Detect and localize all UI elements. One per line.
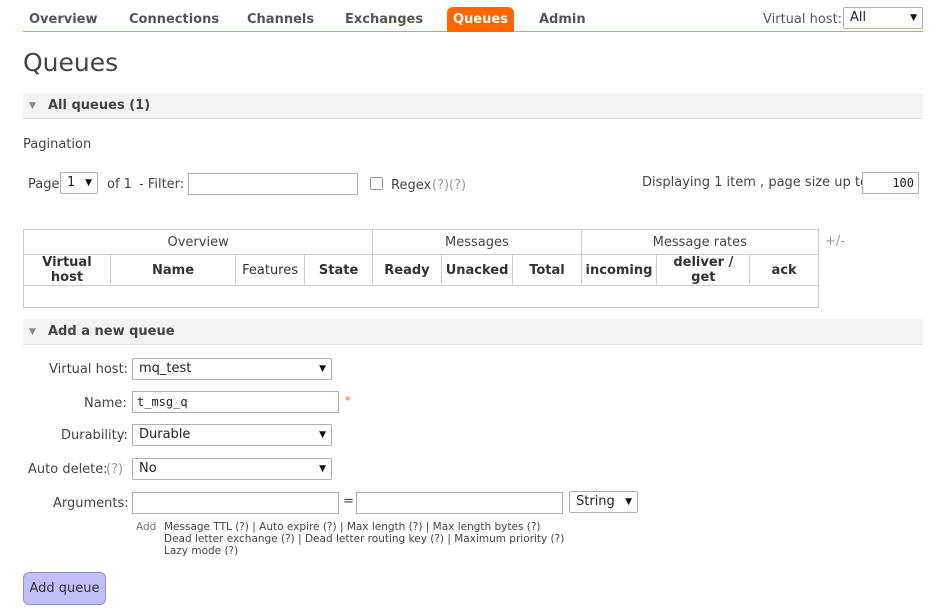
nav-overview[interactable]: Overview (23, 7, 104, 32)
argument-hint-line[interactable]: Dead letter exchange (?) | Dead letter r… (164, 533, 564, 545)
col-state[interactable]: State (303, 254, 374, 286)
filter-label: - Filter: (139, 177, 185, 192)
virtual-host-select[interactable]: All ▼ (843, 7, 923, 29)
argument-hint-line[interactable]: Message TTL (?) | Auto expire (?) | Max … (164, 521, 564, 533)
name-field-label: Name: (84, 396, 127, 411)
argument-value-input[interactable] (356, 492, 563, 514)
col-ack[interactable]: ack (749, 254, 819, 286)
nav-exchanges[interactable]: Exchanges (339, 7, 429, 32)
add-argument-label: Add (136, 521, 157, 533)
col-name[interactable]: Name (109, 254, 237, 286)
all-queues-section-toggle[interactable]: ▼ All queues (1) (23, 93, 923, 119)
durability-value: Durable (139, 427, 191, 442)
toggle-columns-link[interactable]: +/- (825, 234, 845, 249)
argument-hints: Message TTL (?) | Auto expire (?) | Max … (164, 521, 564, 557)
chevron-down-icon: ▼ (910, 13, 917, 23)
page-count-label: of 1 (107, 177, 132, 192)
col-ready[interactable]: Ready (372, 254, 442, 286)
nav-connections[interactable]: Connections (123, 7, 225, 32)
col-unacked[interactable]: Unacked (440, 254, 514, 286)
page-label: Page (28, 177, 60, 192)
col-features: Features (235, 254, 305, 286)
argument-type-select[interactable]: String ▼ (569, 491, 638, 513)
triangle-down-icon: ▼ (29, 101, 36, 111)
virtual-host-field-label: Virtual host: (49, 362, 129, 377)
page-select[interactable]: 1 ▼ (60, 172, 98, 194)
chevron-down-icon: ▼ (625, 497, 632, 507)
chevron-down-icon: ▼ (319, 364, 326, 374)
chevron-down-icon: ▼ (319, 464, 326, 474)
durability-select[interactable]: Durable ▼ (132, 424, 332, 446)
filter-input[interactable] (188, 173, 358, 195)
argument-key-input[interactable] (132, 492, 339, 514)
add-queue-section-toggle[interactable]: ▼ Add a new queue (23, 319, 923, 345)
messages-group-header: Messages (372, 229, 582, 255)
message-rates-group-header: Message rates (580, 229, 820, 255)
required-marker: * (345, 394, 351, 407)
chevron-down-icon: ▼ (319, 430, 326, 440)
virtual-host-select-value: All (850, 10, 867, 25)
pagination-label: Pagination (23, 137, 92, 152)
virtual-host-label: Virtual host: (763, 12, 843, 27)
arguments-field-label: Arguments: (53, 496, 129, 511)
page-select-value: 1 (67, 175, 76, 190)
queues-table: Overview Messages Message rates Virtual … (22, 229, 820, 308)
overview-group-header: Overview (22, 229, 374, 255)
argument-hint-line[interactable]: Lazy mode (?) (164, 545, 564, 557)
nav-queues[interactable]: Queues (447, 7, 514, 32)
nav-admin[interactable]: Admin (533, 7, 592, 32)
auto-delete-select[interactable]: No ▼ (132, 458, 332, 480)
auto-delete-help-link[interactable]: (?) (106, 462, 123, 477)
queue-name-input[interactable]: t_msg_q (132, 391, 339, 413)
all-queues-title: All queues (1) (48, 98, 151, 113)
col-virtual-host[interactable]: Virtual host (23, 254, 111, 286)
col-incoming[interactable]: incoming (580, 254, 658, 286)
queue-virtual-host-select[interactable]: mq_test ▼ (132, 358, 332, 380)
regex-checkbox[interactable] (370, 177, 383, 190)
durability-field-label: Durability: (61, 428, 128, 443)
col-deliver-get[interactable]: deliver / get (656, 254, 751, 286)
auto-delete-field-label: Auto delete: (28, 462, 108, 477)
top-navigation: Overview Connections Channels Exchanges … (23, 3, 923, 32)
displaying-text: Displaying 1 item , page size up to: (642, 175, 873, 190)
queue-virtual-host-value: mq_test (139, 361, 192, 376)
equals-sign: = (343, 494, 354, 509)
add-queue-title: Add a new queue (48, 324, 175, 339)
regex-help-link[interactable]: (?)(?) (432, 178, 466, 193)
table-row[interactable] (23, 285, 819, 308)
argument-type-value: String (576, 494, 615, 509)
triangle-down-icon: ▼ (29, 327, 36, 337)
auto-delete-value: No (139, 461, 157, 476)
page-title: Queues (23, 48, 119, 77)
add-queue-button[interactable]: Add queue (23, 572, 106, 605)
regex-label: Regex (391, 178, 432, 193)
chevron-down-icon: ▼ (85, 178, 92, 188)
page-size-input[interactable]: 100 (862, 172, 919, 194)
nav-channels[interactable]: Channels (241, 7, 320, 32)
col-total[interactable]: Total (512, 254, 582, 286)
